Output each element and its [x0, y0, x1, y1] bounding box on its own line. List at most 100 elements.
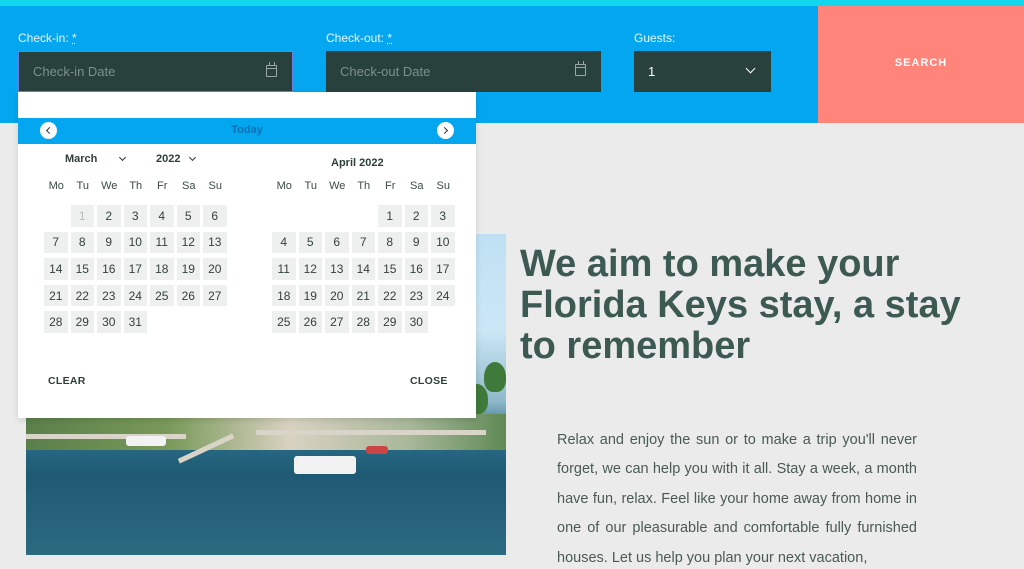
day-cell[interactable]: 12: [298, 258, 322, 280]
day-cell[interactable]: 9: [97, 231, 121, 254]
month-select[interactable]: March: [65, 153, 127, 165]
datepicker-popup: Today March 2022 April 2022 Mo Tu We Th Fr Sa…: [18, 92, 476, 418]
day-cell[interactable]: 19: [298, 284, 322, 307]
day-cell[interactable]: 11: [272, 258, 296, 280]
next-month-button[interactable]: [437, 122, 454, 139]
year-select[interactable]: 2022: [156, 153, 196, 165]
day-cell[interactable]: 26: [176, 284, 200, 307]
day-cell[interactable]: 7: [351, 231, 375, 254]
day-cell[interactable]: 7: [44, 231, 68, 254]
close-button[interactable]: CLOSE: [410, 375, 448, 387]
boat: [366, 446, 388, 454]
checkout-required-mark: *: [387, 31, 393, 45]
day-cell[interactable]: 23: [404, 284, 428, 307]
weekday-label: Sa: [410, 180, 424, 192]
day-cell[interactable]: 2: [404, 205, 428, 227]
day-cell[interactable]: 12: [176, 231, 200, 254]
day-cell[interactable]: 5: [176, 205, 200, 227]
day-cell[interactable]: 4: [272, 231, 296, 254]
clear-button[interactable]: CLEAR: [48, 375, 86, 387]
day-cell[interactable]: 31: [123, 311, 147, 333]
day-cell[interactable]: 13: [325, 258, 349, 280]
day-cell[interactable]: 29: [70, 311, 94, 333]
day-cell[interactable]: 18: [272, 284, 296, 307]
day-cell[interactable]: 16: [97, 258, 121, 280]
checkin-field[interactable]: Check-in Date: [18, 51, 293, 92]
day-cell[interactable]: 21: [44, 284, 68, 307]
calendar-icon[interactable]: [575, 61, 586, 76]
empty-day-cell: [44, 205, 68, 227]
weekday-label: Su: [436, 180, 450, 192]
checkin-label: Check-in: *: [18, 31, 77, 45]
weekday-header: Mo Tu We Th Fr Sa Su: [271, 178, 457, 194]
day-cell[interactable]: 10: [123, 231, 147, 254]
search-button[interactable]: SEARCH: [818, 6, 1024, 123]
guests-select[interactable]: 1: [634, 51, 771, 92]
day-cell[interactable]: 19: [176, 258, 200, 280]
weekday-label: Th: [357, 180, 371, 192]
day-cell[interactable]: 18: [150, 258, 174, 280]
empty-day-cell: [352, 205, 376, 227]
day-cell[interactable]: 10: [431, 231, 455, 254]
checkout-label: Check-out: *: [326, 31, 392, 45]
day-cell[interactable]: 26: [298, 311, 322, 333]
checkin-label-text: Check-in:: [18, 31, 69, 45]
day-cell[interactable]: 11: [150, 231, 174, 254]
day-cell[interactable]: 24: [123, 284, 147, 307]
chevron-right-icon: [440, 126, 449, 135]
day-cell[interactable]: 17: [123, 258, 147, 280]
today-button[interactable]: Today: [18, 124, 476, 136]
day-cell[interactable]: 25: [272, 311, 296, 333]
day-cell[interactable]: 23: [97, 284, 121, 307]
day-cell[interactable]: 5: [298, 231, 322, 254]
day-cell[interactable]: 14: [351, 258, 375, 280]
chevron-down-icon: [188, 153, 196, 162]
second-month-title: April 2022: [331, 157, 384, 169]
day-cell[interactable]: 6: [203, 205, 227, 227]
day-cell[interactable]: 15: [378, 258, 402, 280]
day-cell[interactable]: 22: [378, 284, 402, 307]
day-cell[interactable]: 14: [44, 258, 68, 280]
day-cell[interactable]: 30: [97, 311, 121, 333]
weekday-label: Sa: [182, 180, 196, 192]
month-grid-march: Mo Tu We Th Fr Sa Su 1 2 3 4 5 6 7 8 9 10 11 12 13 14 15 16 17…: [43, 178, 229, 337]
day-cell[interactable]: 3: [431, 205, 455, 227]
day-cell: 1: [70, 205, 94, 227]
empty-day-cell: [299, 205, 323, 227]
day-cell[interactable]: 15: [70, 258, 94, 280]
chevron-down-icon: [745, 63, 756, 74]
day-cell[interactable]: 27: [325, 311, 349, 333]
day-cell[interactable]: 4: [150, 205, 174, 227]
day-cell[interactable]: 24: [431, 284, 455, 307]
day-cell[interactable]: 8: [70, 231, 94, 254]
day-cell[interactable]: 27: [203, 284, 227, 307]
checkin-required-mark: *: [72, 31, 77, 45]
empty-day-cell: [272, 205, 296, 227]
day-cell[interactable]: 2: [97, 205, 121, 227]
day-cell[interactable]: 28: [44, 311, 68, 333]
weekday-label: Tu: [304, 180, 317, 192]
day-cell[interactable]: 21: [351, 284, 375, 307]
day-cell[interactable]: 16: [404, 258, 428, 280]
day-cell[interactable]: 20: [325, 284, 349, 307]
day-cell[interactable]: 8: [378, 231, 402, 254]
day-cell[interactable]: 20: [203, 258, 227, 280]
year-select-value: 2022: [156, 153, 181, 165]
day-cell[interactable]: 13: [203, 231, 227, 254]
day-cell[interactable]: 3: [123, 205, 147, 227]
dock: [256, 430, 486, 435]
calendar-icon[interactable]: [266, 62, 277, 77]
day-cell[interactable]: 28: [351, 311, 375, 333]
day-cell[interactable]: 22: [70, 284, 94, 307]
day-cell[interactable]: 29: [378, 311, 402, 333]
day-cell[interactable]: 1: [378, 205, 402, 227]
day-cell[interactable]: 25: [150, 284, 174, 307]
checkout-placeholder: Check-out Date: [340, 64, 431, 79]
checkout-field[interactable]: Check-out Date: [326, 51, 601, 92]
day-cell[interactable]: 9: [404, 231, 428, 254]
day-cell[interactable]: 6: [325, 231, 349, 254]
weekday-label: Th: [129, 180, 143, 192]
chevron-down-icon: [119, 153, 127, 162]
day-cell[interactable]: 17: [431, 258, 455, 280]
day-cell[interactable]: 30: [404, 311, 428, 333]
